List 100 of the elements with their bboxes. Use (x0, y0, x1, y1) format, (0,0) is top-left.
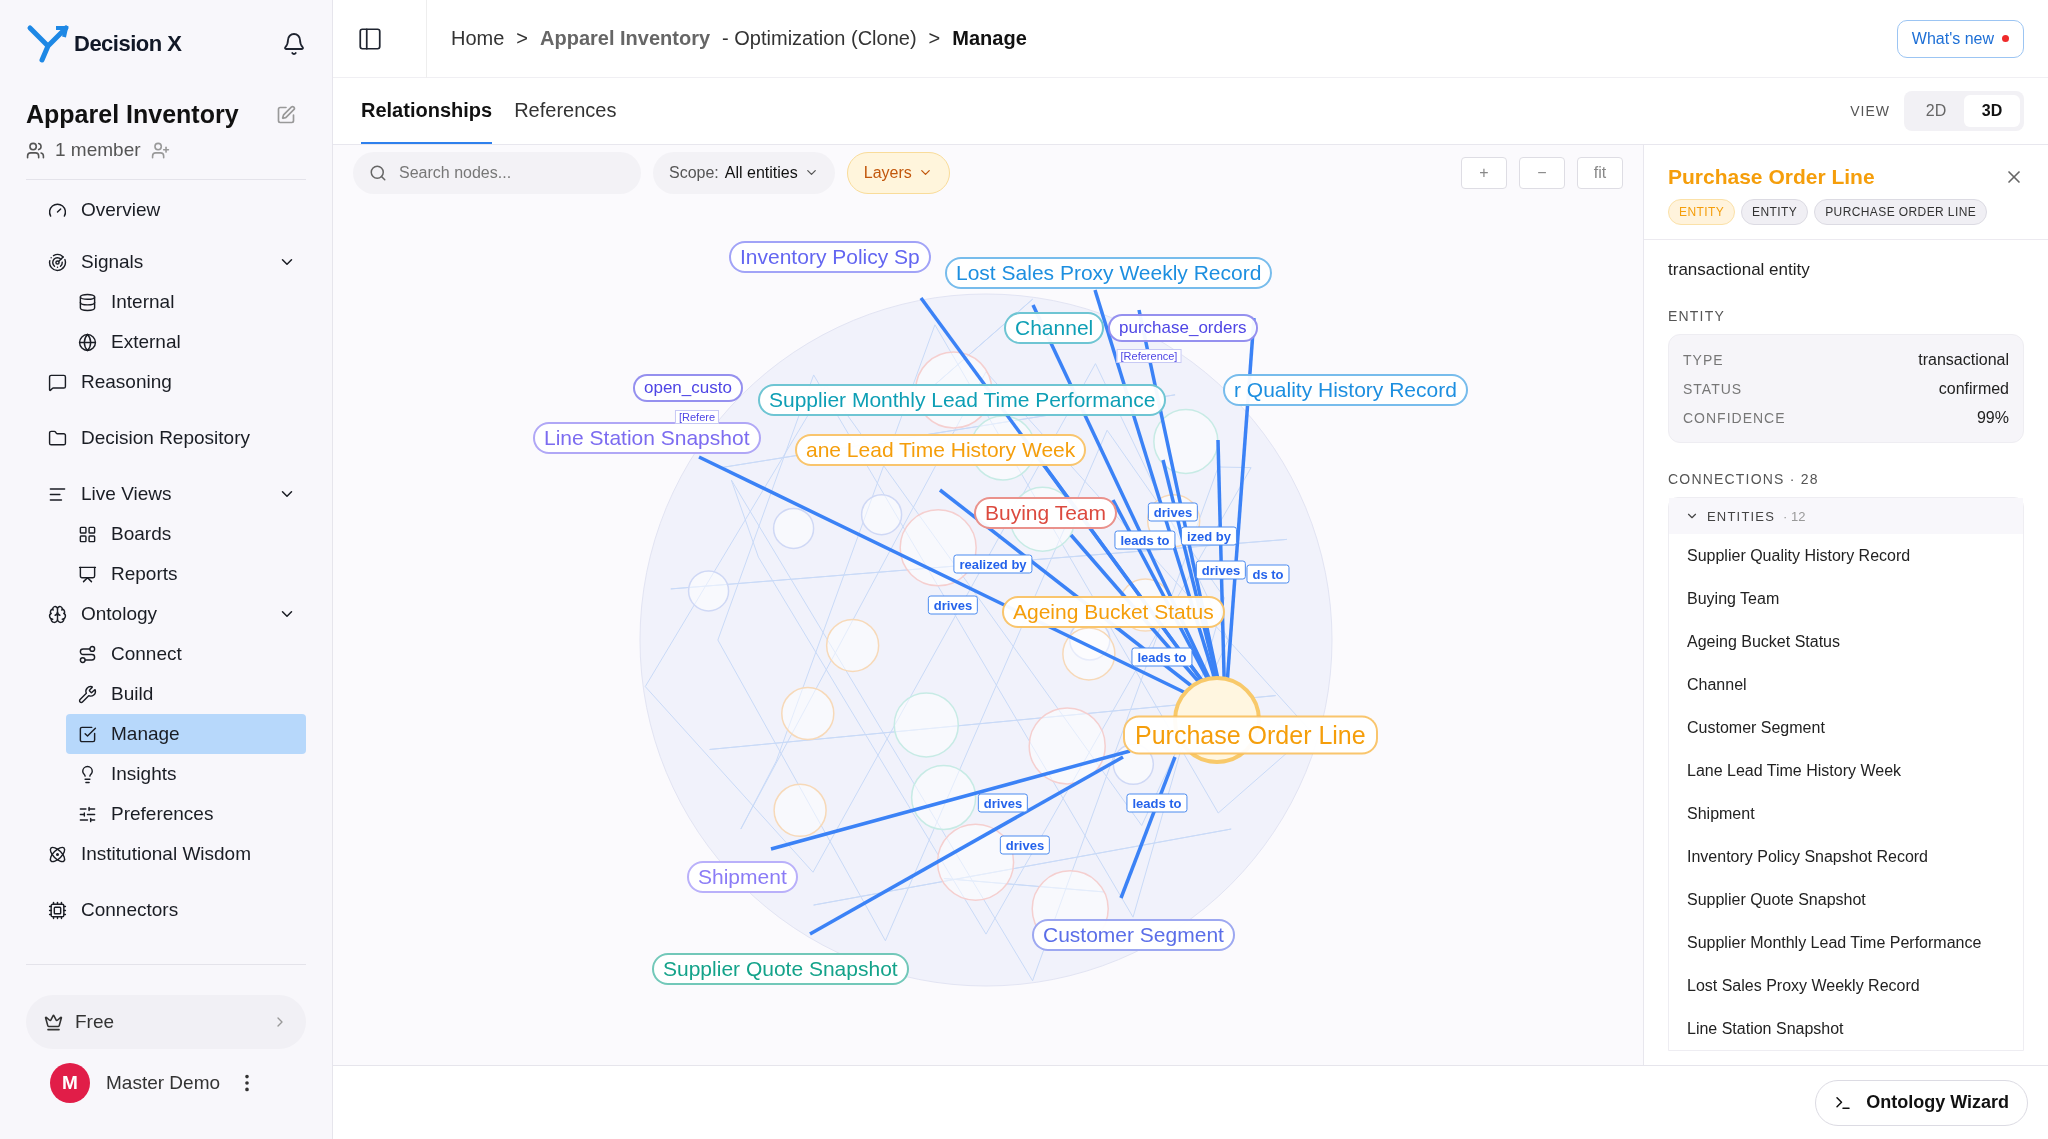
property-label: TYPE (1683, 351, 1724, 368)
chip-icon (48, 900, 67, 920)
connection-item[interactable]: Line Station Snapshot (1669, 1007, 2023, 1050)
gauge-icon (48, 200, 67, 220)
edge-label: drives (1195, 560, 1247, 580)
zoom-button[interactable]: + (1461, 156, 1507, 189)
edge-label: ds to (1246, 564, 1290, 584)
connection-item[interactable]: Lost Sales Proxy Weekly Record (1669, 964, 2023, 1007)
nav-item[interactable]: Reasoning (26, 362, 296, 402)
connection-item[interactable]: Buying Team (1669, 577, 2023, 620)
connection-item[interactable]: Supplier Quote Snapshot (1669, 878, 2023, 921)
user-name: Master Demo (106, 1072, 221, 1094)
node-label[interactable]: Customer Segment (1032, 919, 1235, 951)
grid-icon (78, 524, 97, 544)
user-avatar[interactable]: M (50, 1063, 90, 1103)
connection-item[interactable]: Channel (1669, 663, 2023, 706)
nav-item[interactable]: Internal (66, 282, 306, 322)
reference-tag: [Refere (674, 410, 720, 424)
property-value: transactional (1918, 350, 2009, 369)
node-label[interactable]: open_custo (633, 374, 743, 402)
connection-item[interactable]: Shipment (1669, 792, 2023, 835)
tag: ENTITY (1741, 199, 1809, 225)
plan-button[interactable]: Free (26, 995, 306, 1049)
section-heading: CONNECTIONS · 28 (1668, 471, 1820, 487)
node-label[interactable]: Buying Team (974, 497, 1118, 529)
nav-item[interactable]: Connectors (26, 890, 296, 930)
node-label[interactable]: purchase_orders (1108, 314, 1258, 342)
nav-item[interactable]: Preferences (66, 794, 306, 834)
node-label[interactable]: Line Station Snapshot (533, 422, 761, 454)
folder-icon (48, 428, 67, 448)
connection-item[interactable]: Supplier Monthly Lead Time Performance (1669, 921, 2023, 964)
tag: ENTITY (1668, 199, 1736, 225)
edge-label: drives (999, 835, 1051, 855)
logo-text: Decision X (74, 31, 182, 57)
bell-icon[interactable] (282, 32, 306, 56)
whats-new-button[interactable]: What's new (1896, 19, 2024, 58)
nav-item[interactable]: Live Views (26, 474, 296, 514)
connection-item[interactable]: Inventory Policy Snapshot Record (1669, 835, 2023, 878)
edge-label: drives (1147, 502, 1199, 522)
edge-label: leads to (1131, 647, 1193, 667)
panel-title: Purchase Order Line (1668, 165, 1875, 189)
tab[interactable]: References (514, 78, 617, 144)
node-label[interactable]: Inventory Policy Sp (729, 241, 931, 273)
nav-item[interactable]: Insights (66, 754, 306, 794)
edge-label: realized by (953, 554, 1033, 574)
project-title: Apparel Inventory (26, 100, 239, 129)
breadcrumb-link[interactable]: Home (451, 27, 505, 50)
wrench-icon (78, 684, 97, 704)
edit-icon[interactable] (276, 104, 296, 125)
edge-label: drives (927, 595, 979, 615)
chart-icon (78, 564, 97, 584)
property-label: STATUS (1683, 380, 1743, 397)
database-icon (78, 292, 97, 312)
member-count: 1 member (55, 139, 141, 161)
property-label: CONFIDENCE (1683, 409, 1786, 426)
view-option[interactable]: 2D (1908, 95, 1964, 127)
zoom-button[interactable]: fit (1577, 156, 1623, 189)
connection-item[interactable]: Customer Segment (1669, 706, 2023, 749)
tag: PURCHASE ORDER LINE (1814, 199, 1988, 225)
section-heading: ENTITY (1668, 308, 1726, 324)
sliders-icon (78, 804, 97, 824)
add-user-icon[interactable] (150, 140, 170, 160)
breadcrumb-separator: > (928, 27, 941, 50)
group-header[interactable]: ENTITIES · 12 (1669, 498, 2023, 534)
breadcrumb-text: - Optimization (Clone) (722, 27, 917, 50)
users-icon (26, 140, 45, 160)
scope-dropdown[interactable]: Scope: All entities (653, 151, 835, 194)
connection-item[interactable]: Supplier Quality History Record (1669, 534, 2023, 577)
breadcrumb-link[interactable]: Apparel Inventory (540, 27, 711, 50)
view-label: VIEW (1850, 103, 1890, 119)
nav-item[interactable]: Overview (26, 190, 296, 230)
route-icon (78, 644, 97, 664)
connection-item[interactable]: Lane Lead Time History Week (1669, 749, 2023, 792)
edge-label: ized by (1180, 526, 1238, 546)
description: transactional entity (1668, 260, 1811, 280)
layers-dropdown[interactable]: Layers (846, 151, 950, 194)
zoom-button[interactable]: − (1519, 156, 1565, 189)
ontology-wizard-button[interactable]: Ontology Wizard (1815, 1079, 2028, 1126)
view-option[interactable]: 3D (1964, 95, 2020, 127)
search-field[interactable]: Search nodes... (353, 151, 641, 194)
nav-item[interactable]: Connect (66, 634, 306, 674)
brain-icon (48, 604, 67, 624)
nav-item[interactable]: Institutional Wisdom (26, 834, 296, 874)
edge-label: drives (977, 793, 1029, 813)
breadcrumb-separator: > (516, 27, 529, 50)
sidebar-toggle-icon[interactable] (357, 25, 383, 52)
radar-icon (48, 252, 67, 272)
nav-item[interactable]: Ontology (26, 594, 296, 634)
chat-icon (48, 372, 67, 392)
nav-item[interactable]: External (66, 322, 306, 362)
nav-item[interactable]: Decision Repository (26, 418, 296, 458)
property-value: confirmed (1938, 379, 2009, 398)
atom-icon (48, 844, 67, 864)
nav-item[interactable]: Signals (26, 242, 296, 282)
connection-item[interactable]: Ageing Bucket Status (1669, 620, 2023, 663)
edge-label: leads to (1114, 530, 1176, 550)
nav-item[interactable]: Boards (66, 514, 306, 554)
nav-item[interactable]: Reports (66, 554, 306, 594)
nav-item[interactable]: Manage (66, 714, 306, 754)
nav-item[interactable]: Build (66, 674, 306, 714)
